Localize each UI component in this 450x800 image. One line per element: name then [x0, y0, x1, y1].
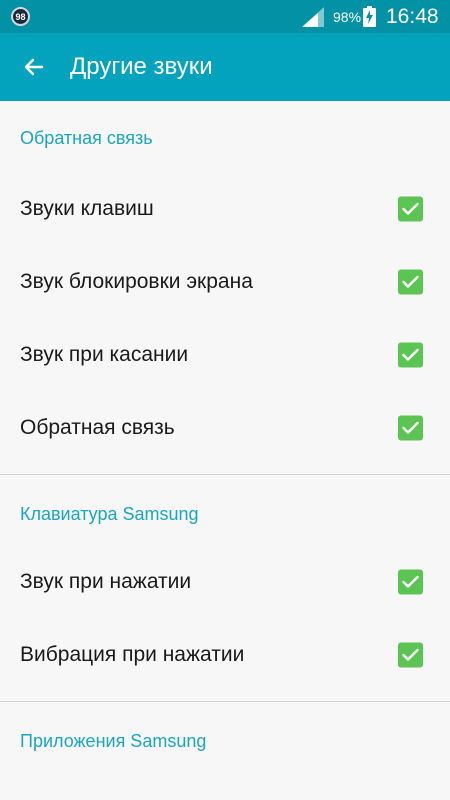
setting-label: Обратная связь [20, 416, 175, 439]
divider [0, 474, 450, 475]
check-icon [402, 575, 419, 588]
setting-label: Звук при нажатии [20, 570, 192, 593]
checkbox-checked[interactable] [398, 415, 423, 441]
battery-charging-icon [363, 6, 376, 27]
arrow-left-icon [24, 58, 44, 76]
check-icon [402, 648, 419, 661]
app-bar: Другие звуки [0, 33, 450, 101]
back-button[interactable] [16, 49, 52, 85]
setting-label: Звук блокировки экрана [20, 270, 253, 293]
signal-icon [302, 7, 324, 27]
page-title: Другие звуки [70, 53, 213, 80]
setting-row-press-vibration[interactable]: Вибрация при нажатии [0, 620, 450, 690]
checkbox-checked[interactable] [398, 642, 423, 668]
notification-badge-icon: 98 [11, 7, 30, 26]
setting-row-feedback[interactable]: Обратная связь [0, 393, 450, 463]
checkbox-checked[interactable] [398, 342, 423, 368]
clock: 16:48 [386, 5, 439, 28]
section-header-samsung-apps: Приложения Samsung [20, 731, 207, 751]
divider [0, 701, 450, 702]
setting-label: Звук при касании [20, 343, 189, 366]
check-icon [402, 348, 419, 361]
check-icon [402, 202, 419, 215]
setting-row-press-sound[interactable]: Звук при нажатии [0, 547, 450, 617]
section-header-samsung-keyboard: Клавиатура Samsung [20, 504, 199, 524]
setting-row-lock-sound[interactable]: Звук блокировки экрана [0, 247, 450, 317]
setting-label: Вибрация при нажатии [20, 643, 245, 666]
battery-percent: 98% [333, 9, 362, 25]
setting-row-touch-sound[interactable]: Звук при касании [0, 320, 450, 390]
check-icon [402, 275, 419, 288]
status-bar: 98 98% 16:48 [0, 0, 450, 33]
setting-row-key-sounds[interactable]: Звуки клавиш [0, 174, 450, 244]
setting-label: Звуки клавиш [20, 197, 154, 220]
section-header-feedback: Обратная связь [20, 128, 153, 148]
checkbox-checked[interactable] [398, 569, 423, 595]
checkbox-checked[interactable] [398, 196, 423, 222]
check-icon [402, 421, 419, 434]
checkbox-checked[interactable] [398, 269, 423, 295]
